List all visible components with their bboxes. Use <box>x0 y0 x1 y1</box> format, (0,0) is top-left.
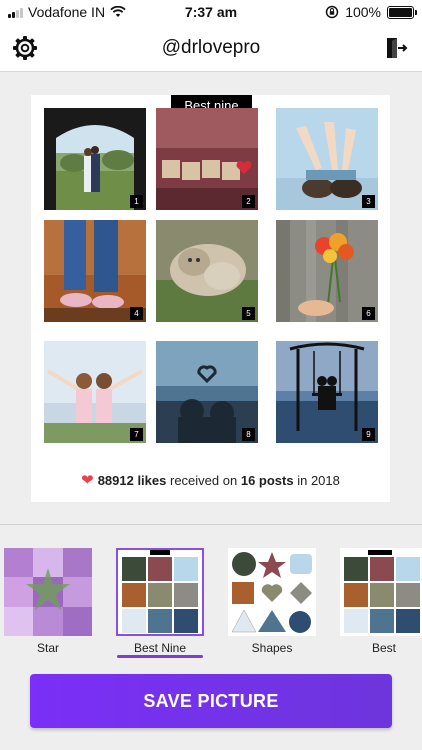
divider <box>0 524 422 525</box>
likes-middle-text: received on <box>170 473 238 488</box>
heart-icon: ❤ <box>81 472 94 489</box>
photo-tile: 2 <box>156 108 258 210</box>
likes-count: 88912 likes <box>97 473 167 488</box>
template-star-preview <box>4 548 92 636</box>
photo-tile: 4 <box>44 220 146 322</box>
photo-tile: 6 <box>276 220 378 322</box>
tile-number: 6 <box>362 307 375 320</box>
photo-tile: 3 <box>276 108 378 210</box>
app-header: @drlovepro <box>0 24 422 72</box>
template-best-nine-thumb[interactable] <box>116 548 204 636</box>
best-nine-preview: Best nine 1 2 3 4 5 6 7 8 9 ❤ 88912 like… <box>31 95 390 502</box>
template-best-thumb[interactable] <box>340 548 422 636</box>
tile-number: 8 <box>242 428 255 441</box>
rotation-lock-icon <box>325 5 339 19</box>
logout-icon[interactable] <box>384 36 408 60</box>
tile-number: 3 <box>362 195 375 208</box>
template-best-nine-preview <box>118 550 202 634</box>
status-right: 100% <box>325 4 417 20</box>
posts-count: 16 posts <box>240 473 294 488</box>
tile-number: 1 <box>130 195 143 208</box>
template-shapes-thumb[interactable] <box>228 548 316 636</box>
template-shapes-preview <box>228 548 316 636</box>
likes-year-text: in 2018 <box>297 473 340 488</box>
battery-icon <box>387 5 417 19</box>
template-label-shapes: Shapes <box>251 641 293 655</box>
photo-tile: 7 <box>44 341 146 443</box>
photo-tile: 9 <box>276 341 378 443</box>
status-bar: Vodafone IN 7:37 am 100% <box>0 0 422 24</box>
selected-template-underline <box>117 655 203 658</box>
tile-number: 7 <box>130 428 143 441</box>
template-label-best: Best <box>371 641 396 655</box>
tile-number: 9 <box>362 428 375 441</box>
photo-tile: 8 <box>156 341 258 443</box>
template-label-best-nine: Best Nine <box>133 641 187 655</box>
tile-number: 4 <box>130 307 143 320</box>
save-picture-button[interactable]: SAVE PICTURE <box>30 674 392 728</box>
page-title: @drlovepro <box>161 37 261 58</box>
tile-number: 5 <box>242 307 255 320</box>
template-star-thumb[interactable] <box>4 548 92 636</box>
photo-tile: 1 <box>44 108 146 210</box>
template-best-preview <box>340 548 422 636</box>
photo-tile: 5 <box>156 220 258 322</box>
template-label-star: Star <box>36 641 59 655</box>
tile-number: 2 <box>242 195 255 208</box>
likes-summary: ❤ 88912 likes received on 16 posts in 201… <box>31 471 390 489</box>
battery-percent: 100% <box>345 4 381 20</box>
